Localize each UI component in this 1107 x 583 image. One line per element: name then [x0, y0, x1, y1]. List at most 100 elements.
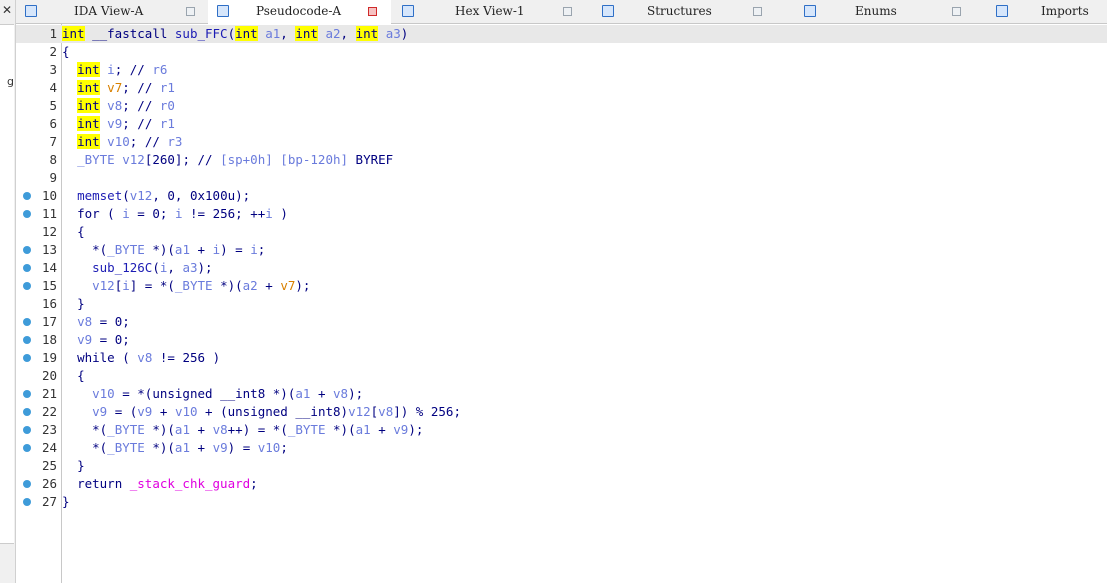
line-number: 21	[41, 386, 57, 401]
tab-pseudocode-a[interactable]: Pseudocode-A	[208, 0, 391, 24]
code-text[interactable]: int v10; // r3	[62, 133, 182, 151]
line-number: 23	[41, 422, 57, 437]
code-line[interactable]: 16 }	[16, 295, 1107, 313]
breakpoint-dot-icon[interactable]	[23, 354, 31, 362]
code-text[interactable]: for ( i = 0; i != 256; ++i )	[62, 205, 288, 223]
tab-imports[interactable]: Imports	[987, 0, 1107, 23]
code-text[interactable]: {	[62, 43, 70, 61]
code-line[interactable]: 2{	[16, 43, 1107, 61]
breakpoint-dot-icon[interactable]	[23, 498, 31, 506]
code-text[interactable]: int i; // r6	[62, 61, 167, 79]
breakpoint-dot-icon[interactable]	[23, 318, 31, 326]
line-number: 18	[41, 332, 57, 347]
tab-bar: IDA View-A Pseudocode-A Hex View-1 Struc…	[16, 0, 1107, 24]
line-number: 19	[41, 350, 57, 365]
breakpoint-dot-icon[interactable]	[23, 408, 31, 416]
line-number: 5	[49, 98, 57, 113]
line-number: 1	[49, 26, 57, 41]
code-text[interactable]: v8 = 0;	[62, 313, 130, 331]
code-line[interactable]: 21 v10 = *(unsigned __int8 *)(a1 + v8);	[16, 385, 1107, 403]
code-text[interactable]: int v8; // r0	[62, 97, 175, 115]
code-text[interactable]: int v9; // r1	[62, 115, 175, 133]
code-line[interactable]: 4 int v7; // r1	[16, 79, 1107, 97]
code-line[interactable]: 26 return _stack_chk_guard;	[16, 475, 1107, 493]
code-line[interactable]: 25 }	[16, 457, 1107, 475]
code-line[interactable]: 22 v9 = (v9 + v10 + (unsigned __int8)v12…	[16, 403, 1107, 421]
breakpoint-dot-icon[interactable]	[23, 246, 31, 254]
code-line[interactable]: 20 {	[16, 367, 1107, 385]
line-number: 12	[41, 224, 57, 239]
code-text[interactable]: v9 = (v9 + v10 + (unsigned __int8)v12[v8…	[62, 403, 461, 421]
code-text[interactable]: return _stack_chk_guard;	[62, 475, 258, 493]
code-text[interactable]: {	[62, 223, 85, 241]
pseudocode-editor[interactable]: 1 int __fastcall sub_FFC(int a1, int a2, …	[16, 24, 1107, 583]
code-text[interactable]: sub_126C(i, a3);	[62, 259, 212, 277]
tab-close-icon[interactable]	[368, 7, 377, 16]
line-number: 24	[41, 440, 57, 455]
tab-label: Hex View-1	[455, 4, 525, 18]
code-line[interactable]: 8 _BYTE v12[260]; // [sp+0h] [bp-120h] B…	[16, 151, 1107, 169]
code-text[interactable]: v10 = *(unsigned __int8 *)(a1 + v8);	[62, 385, 363, 403]
code-line[interactable]: 18 v9 = 0;	[16, 331, 1107, 349]
code-line[interactable]: 5 int v8; // r0	[16, 97, 1107, 115]
breakpoint-dot-icon[interactable]	[23, 426, 31, 434]
line-number: 2	[49, 44, 57, 59]
code-line[interactable]: 17 v8 = 0;	[16, 313, 1107, 331]
tab-close-icon[interactable]	[563, 7, 572, 16]
structures-icon	[602, 5, 614, 17]
code-line[interactable]: 15 v12[i] = *(_BYTE *)(a2 + v7);	[16, 277, 1107, 295]
breakpoint-dot-icon[interactable]	[23, 480, 31, 488]
tab-close-icon[interactable]	[186, 7, 195, 16]
code-text[interactable]: }	[62, 457, 85, 475]
side-panel-pane[interactable]: g	[0, 24, 14, 544]
breakpoint-dot-icon[interactable]	[23, 336, 31, 344]
code-text[interactable]: *(_BYTE *)(a1 + i) = i;	[62, 241, 265, 259]
code-line[interactable]: 14 sub_126C(i, a3);	[16, 259, 1107, 277]
line-number: 9	[49, 170, 57, 185]
code-text[interactable]: v9 = 0;	[62, 331, 130, 349]
code-line[interactable]: 11 for ( i = 0; i != 256; ++i )	[16, 205, 1107, 223]
disassembly-icon	[25, 5, 37, 17]
breakpoint-dot-icon[interactable]	[23, 192, 31, 200]
enums-icon	[804, 5, 816, 17]
code-line[interactable]: 6 int v9; // r1	[16, 115, 1107, 133]
tab-close-icon[interactable]	[753, 7, 762, 16]
breakpoint-dot-icon[interactable]	[23, 444, 31, 452]
code-text[interactable]: {	[62, 367, 85, 385]
line-number: 6	[49, 116, 57, 131]
code-text[interactable]: int __fastcall sub_FFC(int a1, int a2, i…	[62, 25, 408, 43]
tab-label: IDA View-A	[74, 4, 144, 18]
tab-close-icon[interactable]	[952, 7, 961, 16]
tab-structures[interactable]: Structures	[593, 0, 793, 23]
code-text[interactable]: *(_BYTE *)(a1 + v8++) = *(_BYTE *)(a1 + …	[62, 421, 423, 439]
code-text[interactable]: v12[i] = *(_BYTE *)(a2 + v7);	[62, 277, 310, 295]
code-line[interactable]: 10 memset(v12, 0, 0x100u);	[16, 187, 1107, 205]
code-text[interactable]: while ( v8 != 256 )	[62, 349, 220, 367]
code-text[interactable]: _BYTE v12[260]; // [sp+0h] [bp-120h] BYR…	[62, 151, 393, 169]
code-text[interactable]: }	[62, 493, 70, 511]
tab-ida-view-a[interactable]: IDA View-A	[16, 0, 206, 23]
close-icon[interactable]: ✕	[2, 4, 12, 16]
breakpoint-dot-icon[interactable]	[23, 282, 31, 290]
code-line[interactable]: 1 int __fastcall sub_FFC(int a1, int a2, …	[16, 25, 1107, 43]
tab-enums[interactable]: Enums	[795, 0, 985, 23]
breakpoint-dot-icon[interactable]	[23, 210, 31, 218]
code-line[interactable]: 9	[16, 169, 1107, 187]
code-line[interactable]: 27}	[16, 493, 1107, 511]
code-line[interactable]: 7 int v10; // r3	[16, 133, 1107, 151]
code-line[interactable]: 13 *(_BYTE *)(a1 + i) = i;	[16, 241, 1107, 259]
tab-hex-view-1[interactable]: Hex View-1	[393, 0, 591, 23]
code-text[interactable]: *(_BYTE *)(a1 + v9) = v10;	[62, 439, 288, 457]
code-line[interactable]: 24 *(_BYTE *)(a1 + v9) = v10;	[16, 439, 1107, 457]
code-text[interactable]: }	[62, 295, 85, 313]
code-line[interactable]: 3 int i; // r6	[16, 61, 1107, 79]
code-line[interactable]: 23 *(_BYTE *)(a1 + v8++) = *(_BYTE *)(a1…	[16, 421, 1107, 439]
line-number: 16	[41, 296, 57, 311]
breakpoint-dot-icon[interactable]	[23, 390, 31, 398]
code-text[interactable]: int v7; // r1	[62, 79, 175, 97]
code-text[interactable]: memset(v12, 0, 0x100u);	[62, 187, 250, 205]
breakpoint-dot-icon[interactable]	[23, 264, 31, 272]
code-line[interactable]: 19 while ( v8 != 256 )	[16, 349, 1107, 367]
code-line[interactable]: 12 {	[16, 223, 1107, 241]
line-number: 3	[49, 62, 57, 77]
